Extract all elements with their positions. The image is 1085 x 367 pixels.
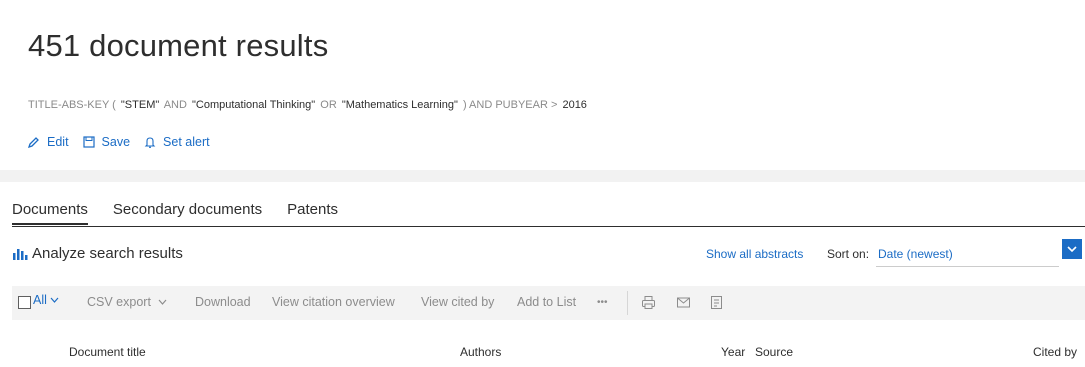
chevron-down-icon: [158, 299, 167, 305]
page-title: 451 document results: [28, 28, 329, 63]
query-term-mathematics-learning: "Mathematics Learning": [341, 99, 458, 111]
select-all-label: All: [33, 293, 47, 307]
save-button[interactable]: Save: [82, 135, 131, 149]
column-header-source[interactable]: Source: [755, 345, 793, 359]
query-op-or: OR: [320, 99, 337, 111]
analyze-label: Analyze search results: [32, 245, 183, 262]
bar-chart-icon: [13, 249, 28, 260]
export-icon[interactable]: [709, 295, 724, 310]
section-divider-band: [0, 170, 1085, 182]
tab-secondary-documents[interactable]: Secondary documents: [113, 201, 262, 225]
column-header-cited-by[interactable]: Cited by: [1033, 345, 1077, 359]
view-citation-overview-button[interactable]: View citation overview: [272, 295, 395, 309]
set-alert-button[interactable]: Set alert: [144, 135, 210, 149]
result-tabs: Documents Secondary documents Patents: [12, 201, 363, 225]
analyze-search-results-link[interactable]: Analyze search results: [12, 245, 183, 262]
query-term-computational-thinking: "Computational Thinking": [192, 99, 316, 111]
view-cited-by-button[interactable]: View cited by: [421, 295, 494, 309]
bell-icon: [144, 137, 156, 148]
show-all-abstracts-link[interactable]: Show all abstracts: [706, 247, 803, 261]
query-op-and: AND: [163, 99, 187, 111]
email-icon[interactable]: [676, 295, 691, 310]
search-query: TITLE-ABS-KEY ( "STEM" AND "Computationa…: [28, 99, 589, 111]
column-header-document-title[interactable]: Document title: [69, 345, 146, 359]
sort-value: Date (newest): [878, 247, 953, 261]
save-icon: [82, 136, 95, 148]
sort-label: Sort on:: [827, 247, 870, 261]
select-all-checkbox[interactable]: [18, 296, 31, 309]
chevron-down-icon: [50, 297, 59, 303]
select-all-dropdown[interactable]: All: [33, 293, 59, 307]
print-icon[interactable]: [641, 295, 656, 310]
query-actions: Edit Save Set alert: [28, 135, 210, 149]
query-term-year: 2016: [562, 99, 587, 111]
more-options-button[interactable]: •••: [597, 297, 608, 308]
column-header-authors[interactable]: Authors: [460, 345, 501, 359]
csv-export-button[interactable]: CSV export: [87, 295, 167, 309]
download-button[interactable]: Download: [195, 295, 251, 309]
column-header-year[interactable]: Year: [721, 345, 745, 359]
chevron-down-icon: [1067, 246, 1077, 253]
tab-documents[interactable]: Documents: [12, 201, 88, 225]
query-op-pubyear: ) AND PUBYEAR >: [462, 99, 558, 111]
sort-select[interactable]: Date (newest): [876, 241, 1059, 267]
toolbar-separator: [627, 291, 628, 315]
edit-button[interactable]: Edit: [28, 135, 69, 149]
tab-patents[interactable]: Patents: [287, 201, 338, 225]
add-to-list-button[interactable]: Add to List: [517, 295, 576, 309]
edit-label: Edit: [47, 135, 69, 149]
csv-export-label: CSV export: [87, 295, 151, 309]
pencil-icon: [28, 137, 39, 148]
set-alert-label: Set alert: [163, 135, 210, 149]
sort-dropdown-button[interactable]: [1062, 239, 1082, 259]
save-label: Save: [101, 135, 131, 149]
query-term-stem: "STEM": [120, 99, 160, 111]
query-op-1: TITLE-ABS-KEY (: [28, 99, 116, 111]
results-toolbar: All CSV export Download View citation ov…: [12, 286, 1085, 320]
tabs-underline: [12, 226, 1085, 227]
